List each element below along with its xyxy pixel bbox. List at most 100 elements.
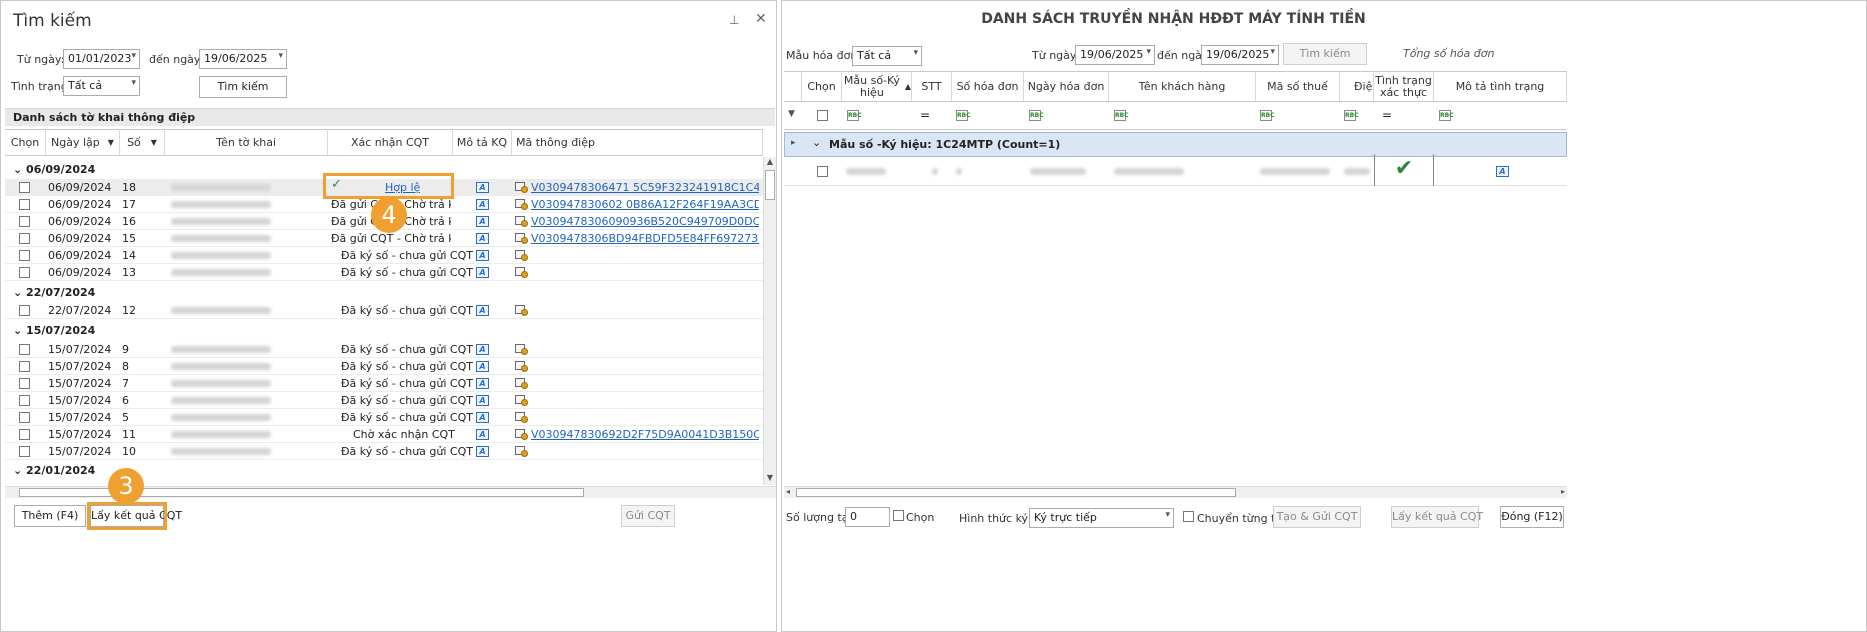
col-message-code[interactable]: Mã thông điệp <box>512 130 763 155</box>
message-icon[interactable] <box>515 445 528 457</box>
group-header[interactable]: ⌄ 22/01/2024 <box>13 464 95 477</box>
text-filter-icon[interactable]: RBC <box>956 110 971 121</box>
message-icon[interactable] <box>515 266 528 278</box>
expand-icon[interactable]: ▸ <box>791 138 796 148</box>
select-all-checkbox[interactable] <box>817 110 828 121</box>
to-date-input[interactable]: 19/06/2025 ▾ <box>1201 45 1279 65</box>
row-checkbox[interactable] <box>19 378 30 389</box>
row-checkbox[interactable] <box>19 233 30 244</box>
description-icon[interactable]: A <box>476 182 489 193</box>
message-icon[interactable] <box>515 360 528 372</box>
send-button[interactable]: Gửi CQT <box>621 505 675 527</box>
col-invoice-date[interactable]: Ngày hóa đơn <box>1024 72 1109 101</box>
message-code[interactable]: V0309478306471 5C59F323241918C1C40E0D5D0… <box>531 179 759 196</box>
from-date-input[interactable]: 19/06/2025 ▾ <box>1075 45 1155 65</box>
row-checkbox[interactable] <box>19 182 30 193</box>
message-code[interactable]: V030947830692D2F75D9A0041D3B150CE7912C10… <box>531 426 759 443</box>
table-row[interactable]: 06/09/2024 14 Đã ký số - chưa gửi CQT A <box>5 247 763 264</box>
search-button[interactable]: Tìm kiếm <box>199 76 287 98</box>
scroll-down-icon[interactable]: ▼ <box>764 473 776 485</box>
col-declaration-name[interactable]: Tên tờ khai <box>165 130 328 155</box>
col-index[interactable]: STT <box>912 72 952 101</box>
description-icon[interactable]: A <box>476 429 489 440</box>
table-row[interactable]: 22/07/2024 12 Đã ký số - chưa gửi CQT A <box>5 302 763 319</box>
text-filter-icon[interactable]: RBC <box>1439 110 1454 121</box>
group-header[interactable]: ⌄ 06/09/2024 <box>13 163 95 176</box>
select-checkbox[interactable] <box>893 510 904 521</box>
filter-icon[interactable]: ▼ <box>108 137 114 149</box>
message-icon[interactable] <box>515 428 528 440</box>
row-checkbox[interactable] <box>19 199 30 210</box>
table-row[interactable]: 15/07/2024 11 Chờ xác nhận CQT A V030947… <box>5 426 763 443</box>
description-icon[interactable]: A <box>476 446 489 457</box>
search-button[interactable]: Tìm kiếm <box>1283 43 1367 65</box>
col-status-desc[interactable]: Mô tả tình trạng <box>1434 72 1567 101</box>
message-icon[interactable] <box>515 215 528 227</box>
row-checkbox[interactable] <box>817 166 828 177</box>
row-checkbox[interactable] <box>19 429 30 440</box>
row-checkbox[interactable] <box>19 344 30 355</box>
message-icon[interactable] <box>515 249 528 261</box>
description-icon[interactable]: A <box>1496 166 1509 177</box>
equals-filter-icon[interactable]: = <box>1382 108 1392 122</box>
message-icon[interactable] <box>515 377 528 389</box>
quantity-input[interactable]: 0 <box>845 507 890 527</box>
scroll-up-icon[interactable]: ▲ <box>764 157 776 169</box>
message-icon[interactable] <box>515 304 528 316</box>
row-checkbox[interactable] <box>19 250 30 261</box>
status-select[interactable]: Tất cả ▾ <box>63 76 140 96</box>
message-code[interactable]: V0309478306090936B520C949709D0DCC86DC11C… <box>531 213 759 230</box>
fetch-result-button[interactable]: Lấy kết quả CQT <box>87 502 182 530</box>
pin-icon[interactable]: ⊥ <box>729 13 739 27</box>
description-icon[interactable]: A <box>476 378 489 389</box>
row-checkbox[interactable] <box>19 446 30 457</box>
col-phone[interactable]: Điện <box>1340 72 1374 101</box>
description-icon[interactable]: A <box>476 305 489 316</box>
message-icon[interactable] <box>515 394 528 406</box>
message-code[interactable]: V0309478306BD94FBDFD5E84FF697273C929E1D6… <box>531 230 759 247</box>
sign-method-select[interactable]: Ký trực tiếp ▾ <box>1029 508 1174 528</box>
table-row[interactable]: 06/09/2024 13 Đã ký số - chưa gửi CQT A <box>5 264 763 281</box>
message-icon[interactable] <box>515 411 528 423</box>
col-verify-status[interactable]: Tình trạng xác thực <box>1374 72 1434 101</box>
message-icon[interactable] <box>515 232 528 244</box>
col-customer-name[interactable]: Tên khách hàng <box>1109 72 1256 101</box>
message-code[interactable]: V030947830602 0B86A12F264F19AA3CDA5B5CF9… <box>531 196 759 213</box>
col-tax-confirm[interactable]: Xác nhận CQT <box>328 130 453 155</box>
equals-filter-icon[interactable]: = <box>920 108 930 122</box>
description-icon[interactable]: A <box>476 344 489 355</box>
row-checkbox[interactable] <box>19 412 30 423</box>
transfer-each-checkbox[interactable] <box>1183 511 1194 522</box>
col-result-desc[interactable]: Mô tả KQ <box>453 130 512 155</box>
col-select[interactable]: Chọn <box>802 72 842 101</box>
scroll-thumb[interactable] <box>19 488 584 497</box>
description-icon[interactable]: A <box>476 216 489 227</box>
filter-icon[interactable]: ▼ <box>788 109 795 119</box>
table-row[interactable]: 15/07/2024 10 Đã ký số - chưa gửi CQT A <box>5 443 763 460</box>
message-icon[interactable] <box>515 343 528 355</box>
row-checkbox[interactable] <box>19 305 30 316</box>
col-select[interactable]: Chọn <box>5 130 46 155</box>
row-checkbox[interactable] <box>19 267 30 278</box>
message-icon[interactable] <box>515 181 528 193</box>
description-icon[interactable]: A <box>476 233 489 244</box>
message-icon[interactable] <box>515 198 528 210</box>
table-row[interactable]: 15/07/2024 7 Đã ký số - chưa gửi CQT A <box>5 375 763 392</box>
group-header[interactable]: ⌄ 15/07/2024 <box>13 324 95 337</box>
scroll-right-icon[interactable]: ▸ <box>1561 487 1565 496</box>
sort-asc-icon[interactable]: ▲ <box>905 81 911 93</box>
scroll-left-icon[interactable]: ◂ <box>786 487 790 496</box>
add-button[interactable]: Thêm (F4) <box>14 505 86 527</box>
description-icon[interactable]: A <box>476 267 489 278</box>
table-row[interactable]: 15/07/2024 8 Đã ký số - chưa gửi CQT A <box>5 358 763 375</box>
text-filter-icon[interactable]: RBC <box>1260 110 1275 121</box>
col-tax-code[interactable]: Mã số thuế <box>1256 72 1340 101</box>
description-icon[interactable]: A <box>476 361 489 372</box>
table-row[interactable]: ✔ A <box>784 154 1567 186</box>
table-row[interactable]: 15/07/2024 9 Đã ký số - chưa gửi CQT A <box>5 341 763 358</box>
table-row[interactable]: 15/07/2024 5 Đã ký số - chưa gửi CQT A <box>5 409 763 426</box>
description-icon[interactable]: A <box>476 250 489 261</box>
table-row[interactable]: 15/07/2024 6 Đã ký số - chưa gửi CQT A <box>5 392 763 409</box>
group-header[interactable]: ⌄ 22/07/2024 <box>13 286 95 299</box>
from-date-input[interactable]: 01/01/2023 ▾ <box>63 49 140 69</box>
